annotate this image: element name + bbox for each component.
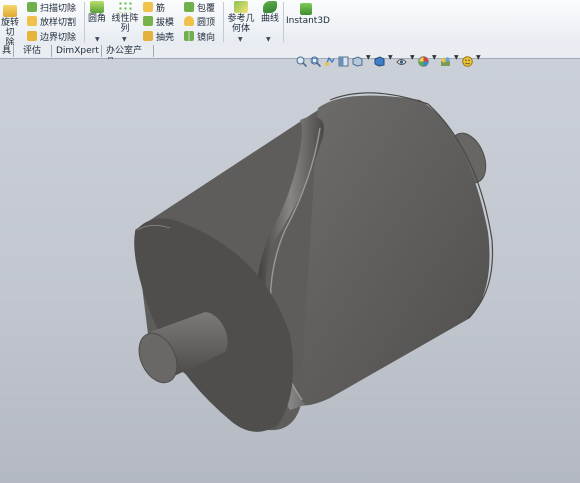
cam-roller-3d-model[interactable]	[0, 0, 580, 483]
